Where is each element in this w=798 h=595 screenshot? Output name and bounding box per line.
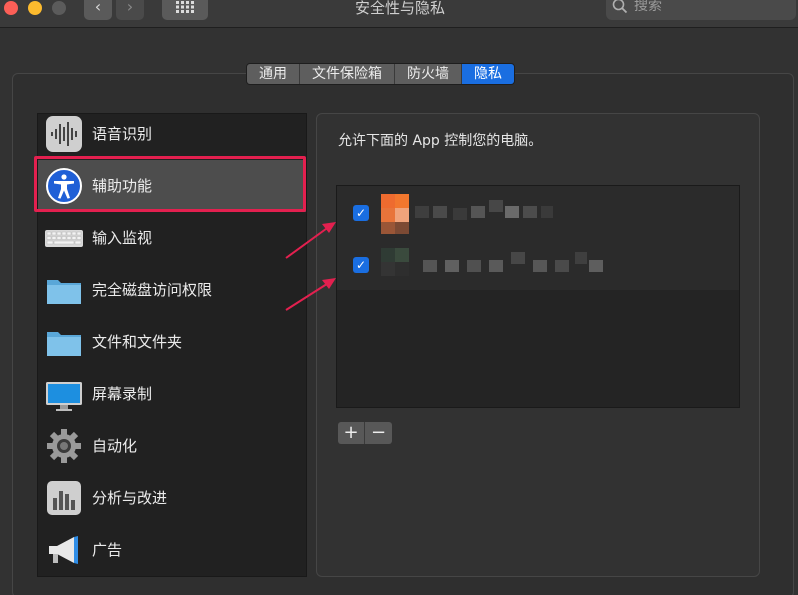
title-bar: ‹ › 安全性与隐私 搜索 [0, 0, 798, 28]
sidebar-item-label: 文件和文件夹 [92, 333, 183, 351]
sidebar-item-label: 完全磁盘访问权限 [92, 281, 213, 299]
minimize-window-button[interactable] [28, 1, 42, 15]
tab-filevault[interactable]: 文件保险箱 [300, 64, 395, 84]
megaphone-icon [49, 536, 78, 564]
sidebar-item-label: 广告 [92, 541, 123, 559]
sidebar-item-screen-recording[interactable]: 屏幕录制 [38, 368, 306, 420]
back-button[interactable]: ‹ [84, 0, 112, 20]
grid-icon [176, 1, 194, 13]
tab-general[interactable]: 通用 [247, 64, 300, 84]
permission-description: 允许下面的 App 控制您的电脑。 [338, 133, 543, 149]
forward-button[interactable]: › [116, 0, 144, 20]
bar-chart-icon [47, 481, 81, 515]
sidebar-item-analytics-improvements[interactable]: 分析与改进 [38, 472, 306, 524]
sidebar-item-label: 辅助功能 [92, 177, 153, 195]
sidebar-item-label: 屏幕录制 [92, 385, 153, 403]
tab-bar: 通用 文件保险箱 防火墙 隐私 [246, 63, 515, 85]
show-all-button[interactable] [162, 0, 208, 20]
sidebar-item-accessibility[interactable]: 辅助功能 [38, 160, 306, 212]
close-window-button[interactable] [4, 1, 18, 15]
search-field[interactable]: 搜索 [606, 0, 796, 20]
sidebar-item-advertising[interactable]: 广告 [38, 524, 306, 576]
chevron-right-icon: › [126, 0, 134, 16]
list-item[interactable]: ✓ [337, 238, 739, 290]
sidebar-item-label: 语音识别 [92, 125, 153, 143]
sidebar-item-input-monitoring[interactable]: 输入监视 [38, 212, 306, 264]
checkmark-icon: ✓ [355, 206, 367, 220]
tab-firewall[interactable]: 防火墙 [395, 64, 462, 84]
sidebar-item-automation[interactable]: 自动化 [38, 420, 306, 472]
list-item[interactable]: ✓ [337, 186, 739, 238]
add-app-button[interactable]: + [338, 422, 365, 444]
app-list: ✓ ✓ [336, 185, 740, 408]
sidebar-item-label: 输入监视 [92, 229, 153, 247]
display-icon [46, 382, 82, 411]
sidebar-item-full-disk-access[interactable]: 完全磁盘访问权限 [38, 264, 306, 316]
sidebar-item-label: 分析与改进 [92, 489, 168, 507]
sidebar-item-files-and-folders[interactable]: 文件和文件夹 [38, 316, 306, 368]
folder-icon [47, 332, 81, 356]
privacy-sidebar: 语音识别 辅助功能 输入监视 完全磁盘访问权限 文件和文件夹 屏幕录制 自动化 … [37, 113, 307, 577]
app-enable-checkbox[interactable]: ✓ [353, 257, 369, 273]
chevron-left-icon: ‹ [94, 0, 102, 16]
remove-app-button[interactable]: − [365, 422, 392, 444]
speech-waveform-icon [46, 116, 82, 152]
sidebar-item-speech-recognition[interactable]: 语音识别 [38, 108, 306, 160]
search-icon [612, 0, 628, 14]
window-title: 安全性与隐私 [354, 0, 445, 17]
folder-icon [47, 280, 81, 304]
tab-privacy[interactable]: 隐私 [462, 64, 514, 84]
app-enable-checkbox[interactable]: ✓ [353, 205, 369, 221]
accessibility-icon [46, 168, 82, 204]
zoom-window-button[interactable] [52, 1, 66, 15]
keyboard-icon [45, 230, 83, 247]
checkmark-icon: ✓ [355, 258, 367, 272]
sidebar-item-label: 自动化 [92, 437, 138, 455]
gear-icon [47, 429, 81, 463]
search-placeholder: 搜索 [634, 0, 662, 14]
add-remove-controls: + − [338, 422, 392, 444]
